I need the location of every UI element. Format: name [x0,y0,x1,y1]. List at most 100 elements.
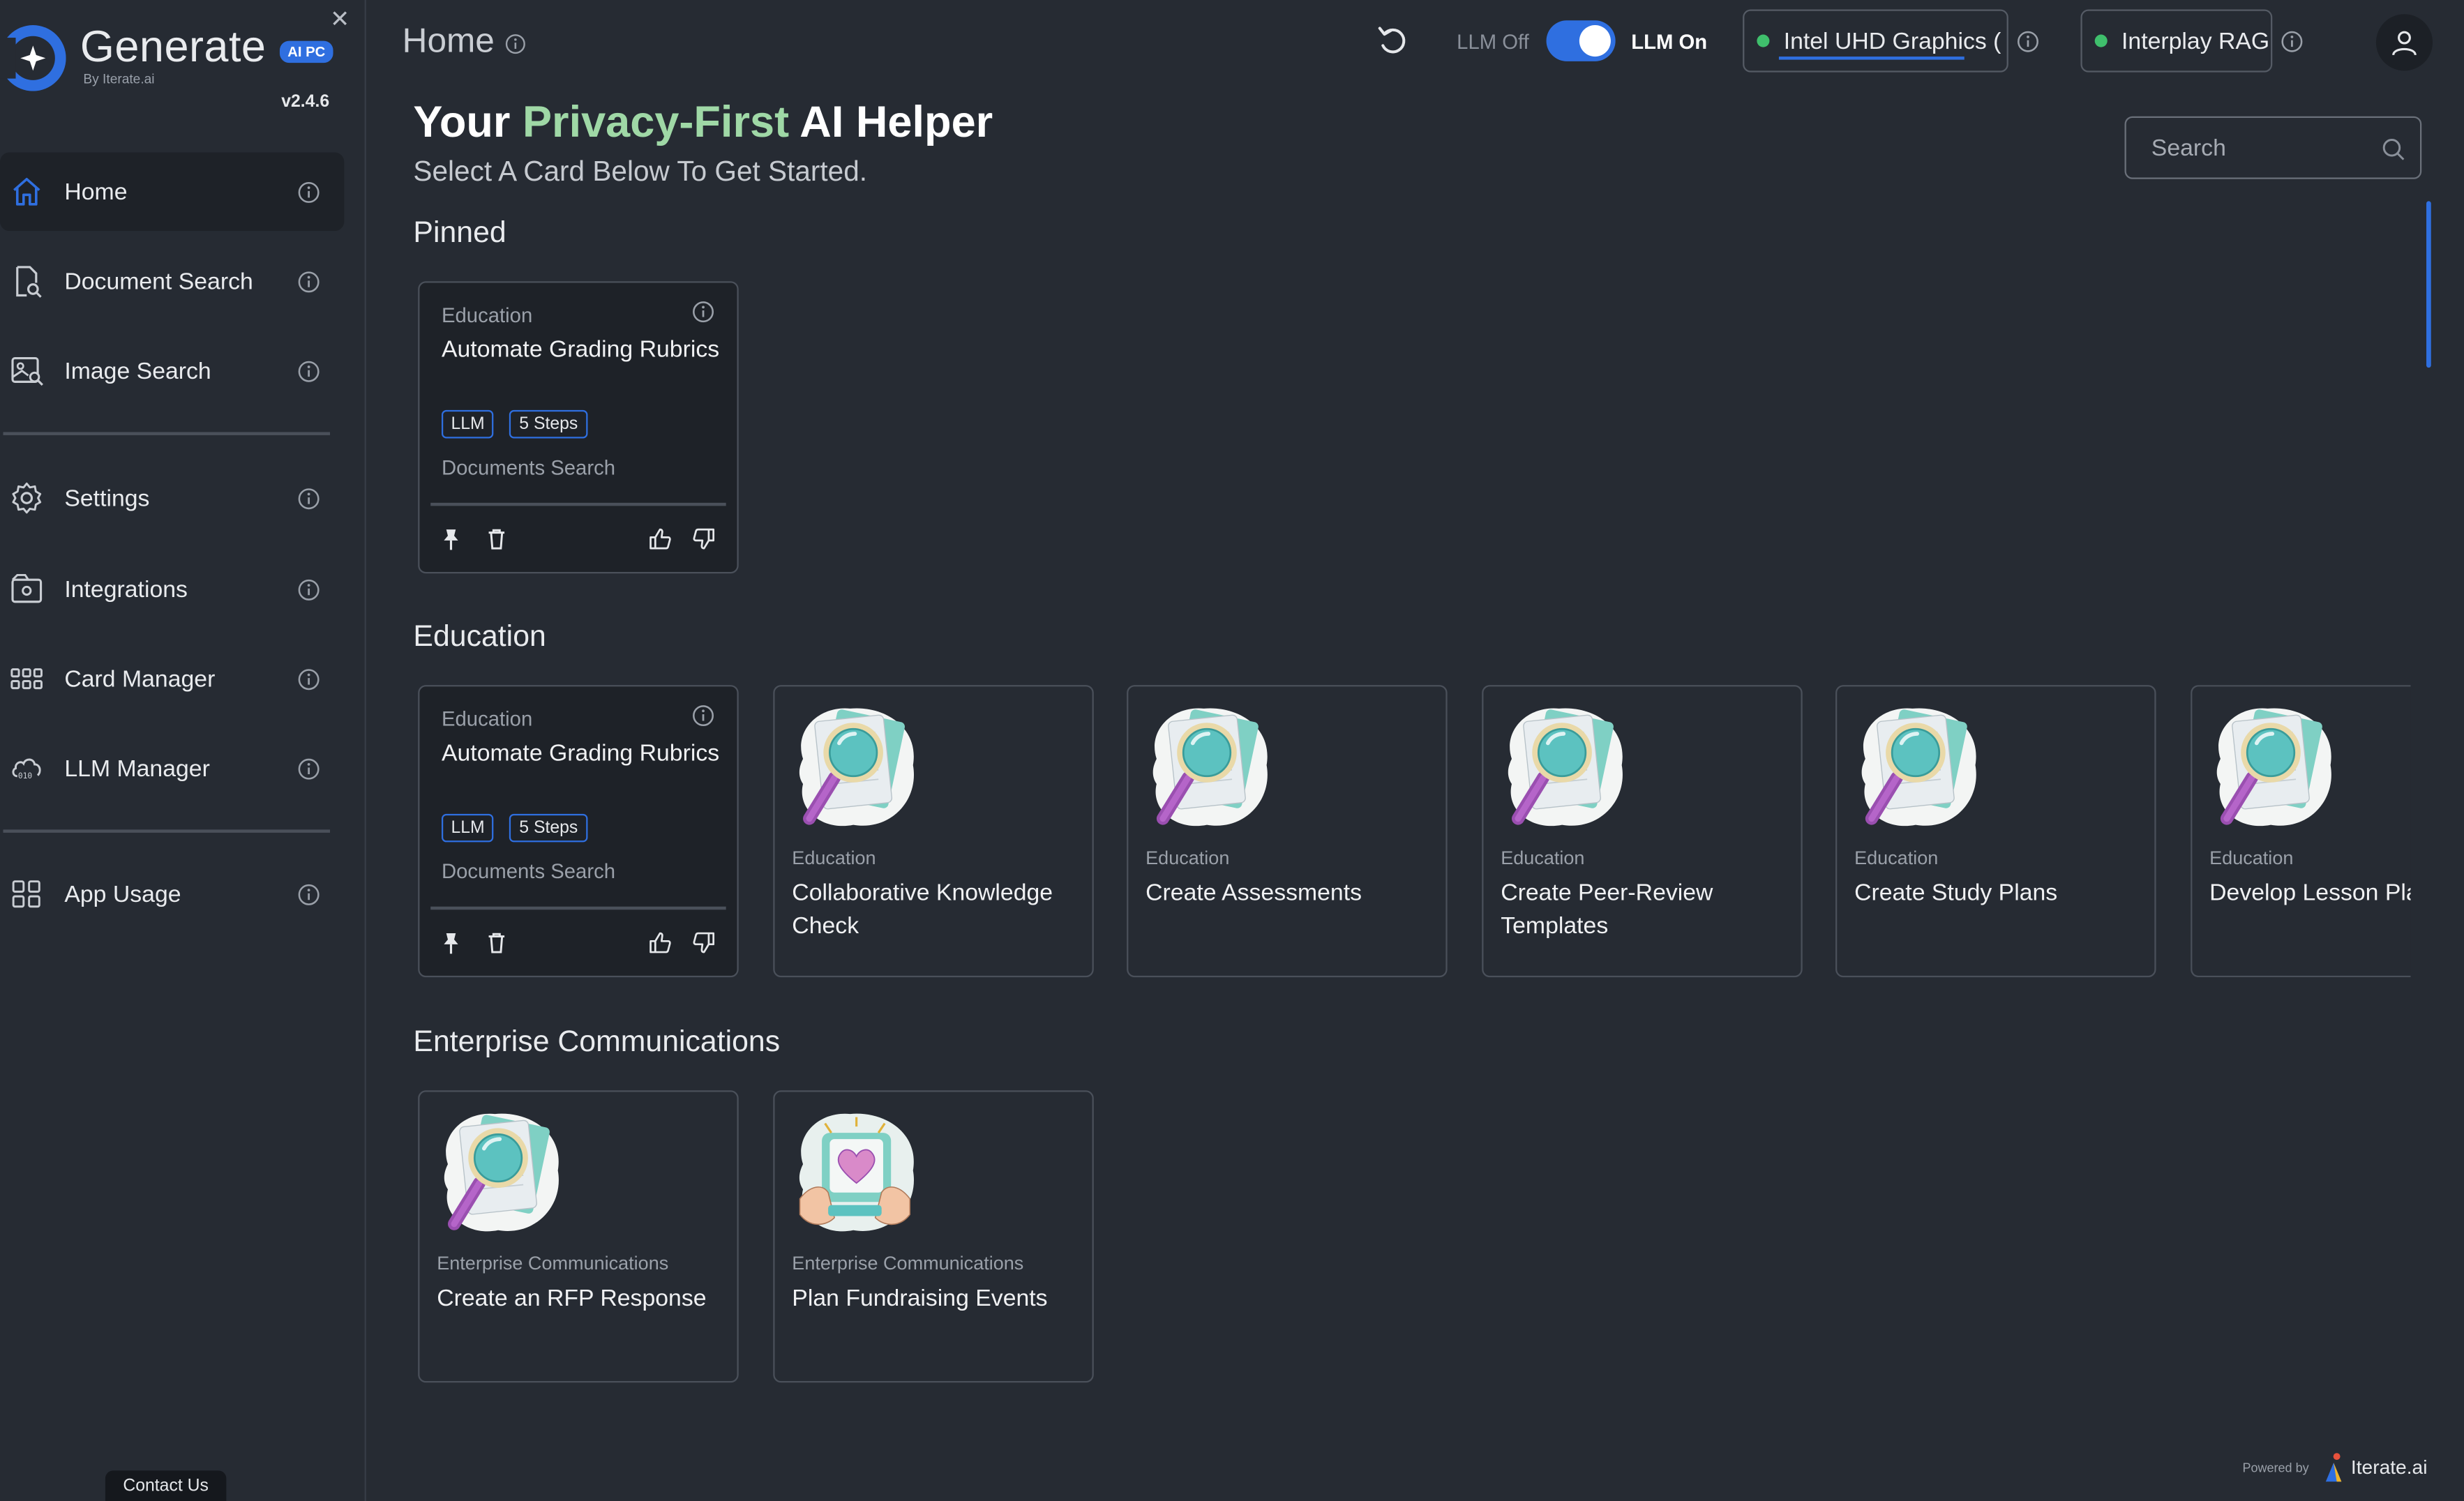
card-category: Education [1145,847,1230,869]
card-title: Automate Grading Rubrics [441,336,720,363]
sidebar-item-home[interactable]: Home [0,152,345,232]
info-icon[interactable] [297,882,321,906]
user-avatar[interactable] [2375,14,2433,71]
sidebar-item-card-manager[interactable]: Card Manager [0,640,344,718]
scrollbar-thumb[interactable] [2426,201,2431,368]
section-title-enterprise: Enterprise Communications [413,1025,781,1059]
sidebar-item-settings[interactable]: Settings [0,459,344,538]
brand-badge: AI PC [279,40,333,63]
toggle-knob [1579,25,1611,57]
info-icon[interactable] [297,359,321,383]
pinned-card[interactable]: Education Automate Grading Rubrics LLM 5… [418,281,739,574]
info-icon[interactable] [504,33,527,55]
education-card[interactable]: Education Create Peer-Review Templates [1482,685,1803,978]
section-title-education: Education [413,620,546,654]
close-icon[interactable]: ✕ [330,5,350,33]
enterprise-card[interactable]: Enterprise Communications Create an RFP … [418,1090,739,1383]
hero-subtitle: Select A Card Below To Get Started. [413,156,868,188]
info-icon[interactable] [2281,30,2304,54]
thumbs-down-icon[interactable] [691,930,716,956]
card-category: Education [792,847,876,869]
card-title: Plan Fundraising Events [792,1285,1048,1312]
iterate-logo: Iterate.ai [2322,1450,2429,1485]
card-tags: LLM 5 Steps [441,813,587,843]
sidebar-divider [3,432,331,435]
info-icon[interactable] [297,180,321,204]
magnifier-document-icon [1849,699,1985,834]
integrations-icon [11,573,43,603]
info-icon[interactable] [691,704,715,727]
education-card[interactable]: Education Develop Lesson Pla [2191,685,2411,978]
card-category: Enterprise Communications [437,1252,669,1274]
sidebar-item-label: Document Search [64,268,253,295]
home-icon [13,177,40,206]
rag-label: Interplay RAG [2121,27,2270,54]
thumbs-up-icon[interactable] [647,930,673,956]
image-search-icon [11,357,43,386]
sidebar-item-image-search[interactable]: Image Search [0,331,344,410]
pin-icon[interactable] [438,930,463,956]
contact-us-button[interactable]: Contact Us [105,1470,227,1501]
llm-toggle[interactable] [1546,20,1616,61]
pin-icon[interactable] [438,527,463,552]
sidebar-item-llm-manager[interactable]: 010 LLM Manager [0,729,344,808]
info-icon[interactable] [297,486,321,510]
education-card[interactable]: Education Collaborative Knowledge Check [773,685,1094,978]
info-icon[interactable] [297,667,321,691]
sidebar-item-label: Integrations [64,575,188,603]
status-dot [2094,34,2108,47]
info-icon[interactable] [297,269,321,293]
page-title: Home [402,20,495,60]
card-title: Collaborative Knowledge Check [792,880,1053,940]
section-title-pinned: Pinned [413,216,506,250]
llm-off-label: LLM Off [1457,29,1529,54]
tag-steps: 5 Steps [509,409,587,439]
card-tags: LLM 5 Steps [441,409,587,439]
hero-accent: Privacy-First [522,97,790,146]
app-window: Generate AI PC By Iterate.ai v2.4.6 ✕ Ho… [0,0,2464,1501]
info-icon[interactable] [691,300,715,324]
grid-icon [10,668,43,690]
document-search-icon [16,266,42,298]
sidebar-item-label: App Usage [64,880,181,907]
rag-selector[interactable]: Interplay RAG [2080,9,2273,73]
trash-icon[interactable] [484,527,509,552]
card-category: Education [1854,847,1939,869]
hero-heading: Your Privacy-First AI Helper [413,98,993,148]
enterprise-card[interactable]: Enterprise Communications Plan Fundraisi… [773,1090,1094,1383]
info-icon[interactable] [2016,30,2040,54]
sidebar-item-document-search[interactable]: Document Search [0,242,344,321]
iterate-logo-icon [2325,1453,2342,1482]
iterate-wordmark: Iterate.ai [2350,1456,2428,1479]
powered-by-label: Powered by [2242,1461,2309,1476]
card-divider [430,906,726,910]
app-version: v2.4.6 [281,92,330,112]
education-card-pinned[interactable]: Education Automate Grading Rubrics LLM 5… [418,685,739,978]
magnifier-document-icon [788,699,923,834]
card-title: Develop Lesson Pla [2209,880,2411,907]
info-icon[interactable] [297,578,321,601]
education-card[interactable]: Education Create Assessments [1127,685,1448,978]
gear-icon [12,482,42,514]
sidebar-item-integrations[interactable]: Integrations [0,550,344,628]
card-divider [430,502,726,506]
card-category: Education [1501,847,1585,869]
trash-icon[interactable] [484,930,509,956]
device-label: Intel UHD Graphics ( [1783,27,2001,54]
brand-byline: By Iterate.ai [83,70,155,86]
education-card[interactable]: Education Create Study Plans [1835,685,2156,978]
refresh-icon[interactable] [1375,24,1410,59]
heart-hands-icon [788,1105,923,1240]
thumbs-up-icon[interactable] [647,527,673,552]
thumbs-down-icon[interactable] [691,527,716,552]
tag-llm: LLM [441,813,495,843]
device-selector[interactable]: Intel UHD Graphics ( [1743,9,2008,73]
info-icon[interactable] [297,757,321,780]
search-icon[interactable] [2381,137,2406,162]
card-title: Create Assessments [1145,880,1362,907]
search-input[interactable] [2126,117,2421,178]
generate-logo-icon [0,25,66,91]
magnifier-document-icon [432,1105,567,1240]
card-title: Automate Grading Rubrics [441,739,720,767]
sidebar-item-app-usage[interactable]: App Usage [0,854,344,933]
